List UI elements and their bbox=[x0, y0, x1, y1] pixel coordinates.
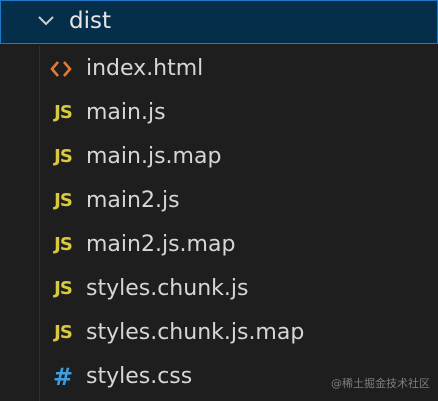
file-explorer: dist index.html JS main.js JS main.js.ma… bbox=[0, 0, 438, 401]
file-name: styles.chunk.js bbox=[86, 276, 249, 301]
file-name: main.js.map bbox=[86, 144, 222, 169]
file-row-main2-js-map[interactable]: JS main2.js.map bbox=[0, 223, 438, 267]
watermark: @稀土掘金技术社区 bbox=[331, 377, 430, 390]
js-file-icon: JS bbox=[54, 102, 73, 123]
file-name: styles.chunk.js.map bbox=[86, 320, 305, 345]
file-name: main2.js.map bbox=[86, 232, 236, 257]
file-name: styles.css bbox=[86, 364, 193, 389]
css-file-icon: # bbox=[52, 363, 74, 391]
file-row-main-js-map[interactable]: JS main.js.map bbox=[0, 135, 438, 179]
file-name: main.js bbox=[86, 100, 166, 125]
file-name: main2.js bbox=[86, 188, 180, 213]
html-file-icon bbox=[48, 55, 74, 83]
file-row-index-html[interactable]: index.html bbox=[0, 47, 438, 91]
file-row-main-js[interactable]: JS main.js bbox=[0, 91, 438, 135]
js-file-icon: JS bbox=[54, 234, 73, 255]
js-file-icon: JS bbox=[54, 146, 73, 167]
file-row-styles-chunk-js-map[interactable]: JS styles.chunk.js.map bbox=[0, 311, 438, 355]
js-file-icon: JS bbox=[54, 278, 73, 299]
file-name: index.html bbox=[86, 56, 204, 81]
chevron-down-icon[interactable] bbox=[37, 14, 55, 28]
file-row-main2-js[interactable]: JS main2.js bbox=[0, 179, 438, 223]
js-file-icon: JS bbox=[54, 190, 73, 211]
js-file-icon: JS bbox=[54, 322, 73, 343]
folder-name: dist bbox=[69, 8, 111, 34]
folder-row-dist[interactable]: dist bbox=[0, 0, 438, 44]
file-row-styles-chunk-js[interactable]: JS styles.chunk.js bbox=[0, 267, 438, 311]
